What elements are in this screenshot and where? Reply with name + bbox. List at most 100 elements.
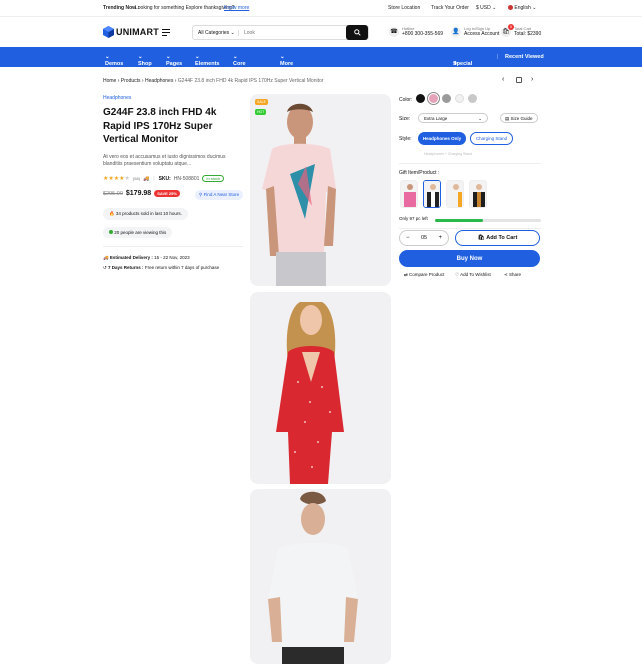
gift-thumb-3[interactable]: [446, 180, 464, 208]
fire-icon: 🔥: [109, 211, 115, 216]
style-option[interactable]: Charging Stand: [470, 132, 513, 145]
divider: |: [153, 175, 155, 182]
quantity-value[interactable]: 05: [421, 235, 427, 241]
compare-label: Compare Product: [409, 272, 445, 277]
share-icon: ⋖: [504, 272, 508, 277]
returns-info: ↺ 7 Days Returns : Free return within 7 …: [103, 265, 219, 271]
breadcrumb-category[interactable]: Headphones: [145, 78, 173, 84]
breadcrumb-products[interactable]: Products: [121, 78, 141, 84]
user-icon: 👤: [451, 26, 461, 37]
gift-label: Gift Item/Product :: [399, 170, 440, 176]
compare-icon: ⇄: [404, 272, 408, 277]
search-bar: All Categories ⌄: [192, 25, 369, 40]
hotline[interactable]: ☎ Hotline +800 300-355-569: [389, 26, 443, 37]
product-image-3[interactable]: [250, 489, 391, 664]
header: UNIMART All Categories ⌄ ☎ Hotline +800 …: [0, 17, 642, 47]
color-swatch-gray[interactable]: [442, 94, 451, 103]
nav-label: Shop: [138, 61, 152, 67]
menu-icon[interactable]: [162, 29, 170, 36]
track-order-link[interactable]: Track Your Order: [431, 5, 469, 11]
style-label: Style:: [399, 136, 412, 142]
nav-item-demos[interactable]: Demos ⌄: [105, 54, 123, 67]
gift-thumb-1[interactable]: [400, 180, 418, 208]
nav-item-core-features[interactable]: Core Features ⌄: [233, 54, 256, 73]
cart[interactable]: 🛍 0 Total Cart Total: $2390: [501, 23, 542, 37]
buy-now-button[interactable]: Buy Now: [399, 250, 540, 267]
color-swatch-black[interactable]: [416, 94, 425, 103]
prev-product-icon[interactable]: ‹: [502, 76, 504, 83]
nav-label: Demos: [105, 61, 124, 67]
cart-total: Total: $2390: [514, 31, 542, 37]
special-offers-label: Special Offers: [453, 61, 473, 73]
nav-label: Pages: [166, 61, 183, 67]
currency-select[interactable]: $ USD ⌄: [476, 5, 496, 11]
share-label: Share: [509, 272, 522, 277]
color-swatch-white[interactable]: [455, 94, 464, 103]
compare-link[interactable]: ⇄ Compare Product: [404, 272, 444, 278]
breadcrumb-home[interactable]: Home: [103, 78, 116, 84]
nav-item-elements[interactable]: Elements ⌄: [195, 54, 219, 67]
plus-icon[interactable]: +: [438, 235, 442, 241]
currency-value: $ USD: [476, 5, 491, 11]
add-to-cart-button[interactable]: 🛍 Add To Cart: [455, 230, 540, 246]
size-select[interactable]: Extra Large ⌄: [418, 113, 488, 123]
delivery-value: 15 - 22 Nov, 2023: [154, 255, 190, 260]
recent-viewed-link[interactable]: Recent Viewed: [505, 54, 544, 60]
wishlist-label: Add To Wishlist: [460, 272, 491, 277]
delivery-info: 🚚 Estimated Delivery : 15 - 22 Nov, 2023: [103, 255, 190, 261]
delivery-label: Estimated Delivery :: [109, 255, 153, 260]
product-image-2[interactable]: [250, 292, 391, 484]
color-swatch-silver[interactable]: [468, 94, 477, 103]
phone-icon: ☎: [389, 26, 399, 37]
gift-thumb-4[interactable]: [469, 180, 487, 208]
style-option-active[interactable]: Headphones Only: [418, 132, 466, 145]
share-link[interactable]: ⋖ Share: [504, 272, 521, 278]
next-product-icon[interactable]: ›: [531, 76, 533, 83]
rating-row: ★★★★★ (58) 🚚 | SKU: HN-508801 In stock: [103, 175, 225, 182]
style-option-disabled: Headphones + Charging Stand: [424, 152, 473, 156]
grid-icon[interactable]: [516, 77, 522, 83]
nav-item-shop[interactable]: Shop ⌄: [138, 54, 152, 67]
product-category[interactable]: Headphones: [103, 95, 131, 101]
nav-label: Core Features: [233, 61, 256, 73]
gift-thumb-2[interactable]: [423, 180, 441, 208]
color-swatch-pink[interactable]: [427, 92, 440, 105]
minus-icon[interactable]: −: [406, 235, 410, 241]
size-label: Size:: [399, 116, 411, 122]
review-count[interactable]: (58): [133, 176, 140, 181]
find-store-button[interactable]: ⚲ Find A Near Store: [195, 190, 244, 200]
logo[interactable]: UNIMART: [103, 26, 159, 38]
star-rating-icon: ★★★★★: [103, 176, 130, 182]
nav-item-more[interactable]: More ⌄: [280, 54, 293, 67]
nav-label: More: [280, 61, 294, 67]
location-pin-icon: ⚲: [199, 192, 203, 197]
account[interactable]: 👤 Log in/Sign Up Access Account: [451, 26, 499, 37]
product-image-1[interactable]: SALE HOT: [250, 94, 391, 286]
know-more-link[interactable]: Know more: [224, 5, 249, 11]
search-input[interactable]: [239, 26, 344, 39]
divider: [103, 246, 243, 247]
category-select[interactable]: All Categories ⌄: [193, 29, 239, 36]
model-red-dress-image: [276, 302, 344, 484]
size-guide-button[interactable]: ▤ Size Guide: [500, 113, 538, 123]
chevron-down-icon: ⌄: [478, 116, 482, 121]
size-guide-label: Size Guide: [510, 116, 533, 121]
top-bar: Trending Now : Looking for something Exp…: [0, 0, 642, 17]
store-location-link[interactable]: Store Location: [388, 5, 420, 11]
wishlist-link[interactable]: ♡ Add To Wishlist: [455, 272, 491, 278]
returns-value: Free return within 7 days of purchase: [144, 265, 220, 270]
main-nav: Demos ⌄ Shop ⌄ Pages ⌄ Elements ⌄ Core F…: [0, 47, 642, 73]
hot-badge: HOT: [255, 109, 267, 115]
product-title: G244F 23.8 inch FHD 4k Rapid IPS 170Hz S…: [103, 107, 217, 145]
category-select-value: All Categories: [198, 29, 230, 36]
product-description: At vero eos et accusamus et iusto dignis…: [103, 154, 226, 167]
gift-thumbnails: [400, 180, 487, 208]
search-button[interactable]: [346, 25, 368, 40]
sold-text: 34 products sold in last 10 hours.: [115, 211, 182, 216]
logo-cube-icon: [103, 26, 114, 38]
account-value: Access Account: [464, 31, 500, 37]
language-select[interactable]: English ⌄: [508, 5, 536, 11]
divider: [399, 163, 541, 164]
heart-icon: ♡: [455, 272, 460, 277]
nav-item-pages[interactable]: Pages ⌄: [166, 54, 182, 67]
